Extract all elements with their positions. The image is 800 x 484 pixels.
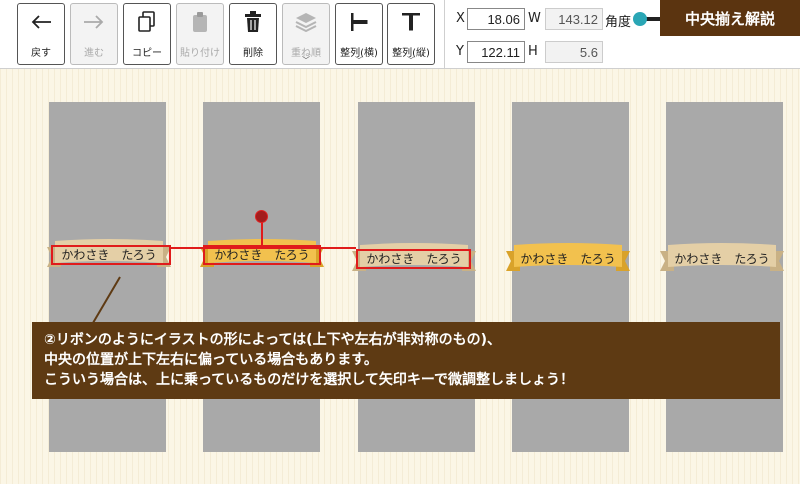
x-label: X — [456, 11, 465, 26]
order-button[interactable]: 重ね順 ﹀ — [282, 3, 330, 65]
redo-label: 進む — [84, 48, 104, 59]
arrow-right-icon — [71, 10, 117, 34]
selection-box — [51, 245, 171, 265]
rotation-handle[interactable] — [255, 210, 268, 223]
undo-button[interactable]: 戻す — [17, 3, 65, 65]
callout-line-2: 中央の位置が上下左右に偏っている場合もあります。 — [44, 352, 378, 368]
undo-label: 戻す — [31, 48, 51, 59]
h-field — [545, 41, 603, 63]
toolbar-divider — [444, 0, 445, 68]
w-label: W — [528, 11, 541, 26]
callout-line-3: こういう場合は、上に乗っているものだけを選択して矢印キーで微調整しましょう！ — [44, 372, 575, 388]
chevron-down-icon: ﹀ — [355, 56, 363, 65]
group-selection-edge — [170, 247, 356, 249]
angle-label: 角度 — [605, 15, 632, 30]
tutorial-title-banner: 中央揃え解説 — [660, 0, 800, 36]
w-field — [545, 8, 603, 30]
delete-label: 削除 — [243, 48, 263, 59]
chevron-down-icon: ﹀ — [302, 56, 310, 65]
photo-placeholder[interactable] — [358, 102, 475, 333]
delete-button[interactable]: 削除 — [229, 3, 277, 65]
paste-button[interactable]: 貼り付け — [176, 3, 224, 65]
align-vertical-icon — [388, 10, 434, 34]
layers-icon — [283, 10, 329, 34]
trash-icon — [230, 10, 276, 34]
design-canvas[interactable] — [0, 69, 800, 484]
y-label: Y — [456, 44, 464, 59]
toolbar: 戻す 進む コピー 貼り付け 削除 重ね順 ﹀ 整列(横) ﹀ 整列(縦) ﹀ … — [0, 0, 800, 69]
ribbon-name-text: かわさき たろう — [674, 251, 770, 266]
copy-button[interactable]: コピー — [123, 3, 171, 65]
photo-placeholder[interactable] — [49, 102, 166, 333]
copy-icon — [124, 10, 170, 34]
x-field[interactable] — [467, 8, 525, 30]
name-ribbon[interactable]: かわさき たろう — [660, 243, 784, 273]
paste-label: 貼り付け — [180, 48, 220, 59]
align-horizontal-icon — [336, 10, 382, 34]
selection-box — [356, 249, 471, 269]
tutorial-callout: ②リボンのようにイラストの形によっては(上下や左右が非対称のもの)、 中央の位置… — [32, 322, 780, 399]
paste-icon — [177, 10, 223, 34]
h-label: H — [528, 44, 538, 59]
align-horizontal-button[interactable]: 整列(横) ﹀ — [335, 3, 383, 65]
photo-placeholder[interactable] — [512, 102, 629, 333]
copy-label: コピー — [132, 48, 162, 59]
y-field[interactable] — [467, 41, 525, 63]
redo-button[interactable]: 進む — [70, 3, 118, 65]
callout-line-1: ②リボンのようにイラストの形によっては(上下や左右が非対称のもの)、 — [44, 332, 501, 348]
align-vertical-button[interactable]: 整列(縦) ﹀ — [387, 3, 435, 65]
ribbon-name-text: かわさき たろう — [520, 251, 616, 266]
angle-slider-icon[interactable] — [633, 12, 647, 26]
photo-placeholder[interactable] — [666, 102, 783, 333]
name-ribbon[interactable]: かわさき たろう — [506, 243, 630, 273]
arrow-left-icon — [18, 10, 64, 34]
chevron-down-icon: ﹀ — [407, 56, 415, 65]
